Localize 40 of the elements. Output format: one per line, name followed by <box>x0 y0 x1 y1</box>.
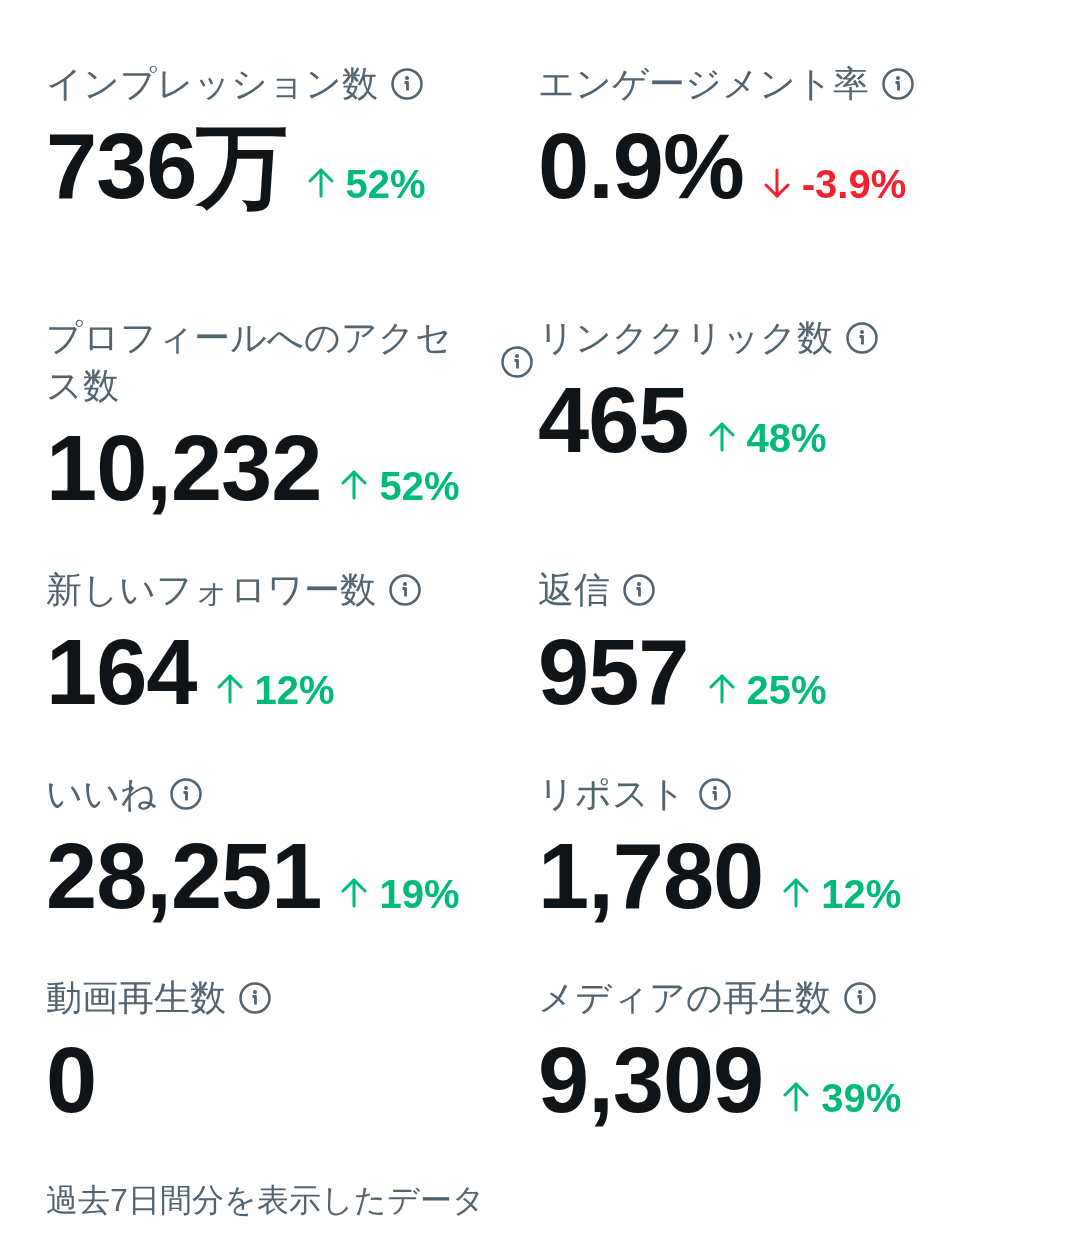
footnote-text: 過去7日間分を表示したデータ <box>46 1181 486 1220</box>
metric-value: 1,780 <box>538 830 764 922</box>
info-icon[interactable] <box>882 68 914 100</box>
info-icon[interactable] <box>239 982 271 1014</box>
info-icon[interactable] <box>501 346 533 378</box>
metric-value: 0 <box>46 1034 97 1126</box>
change-percent: 25% <box>746 670 827 710</box>
change-percent: 52% <box>345 164 426 204</box>
info-icon[interactable] <box>699 778 731 810</box>
change-percent: 19% <box>379 874 460 914</box>
change-percent: 52% <box>379 466 460 506</box>
metric-label: 新しいフォロワー数 <box>46 568 376 612</box>
change-percent: 48% <box>746 418 827 458</box>
change-percent: -3.9% <box>801 164 907 204</box>
metric-label: リポスト <box>538 772 686 816</box>
metric-value: 28,251 <box>46 830 322 922</box>
change-percent: 39% <box>821 1078 902 1118</box>
info-icon[interactable] <box>389 574 421 606</box>
info-icon[interactable] <box>844 982 876 1014</box>
metric-label: 返信 <box>538 568 610 612</box>
info-icon[interactable] <box>170 778 202 810</box>
change-percent: 12% <box>821 874 902 914</box>
metric-label: 動画再生数 <box>46 976 226 1020</box>
metric-value: 0.9% <box>538 120 744 212</box>
metric-label: いいね <box>46 772 157 816</box>
change-percent: 12% <box>254 670 335 710</box>
metric-value: 10,232 <box>46 422 322 514</box>
metric-value: 465 <box>538 374 689 466</box>
metric-label: メディアの再生数 <box>538 976 831 1020</box>
metric-label: プロフィールへのアクセス数 <box>46 316 453 408</box>
info-icon[interactable] <box>846 322 878 354</box>
metric-value: 736万 <box>46 120 288 212</box>
metric-value: 164 <box>46 626 197 718</box>
metric-label: リンククリック数 <box>538 316 833 360</box>
metric-label: エンゲージメント率 <box>538 62 869 106</box>
metric-label: インプレッション数 <box>46 62 378 106</box>
info-icon[interactable] <box>391 68 423 100</box>
metric-value: 9,309 <box>538 1034 764 1126</box>
info-icon[interactable] <box>623 574 655 606</box>
metric-value: 957 <box>538 626 689 718</box>
